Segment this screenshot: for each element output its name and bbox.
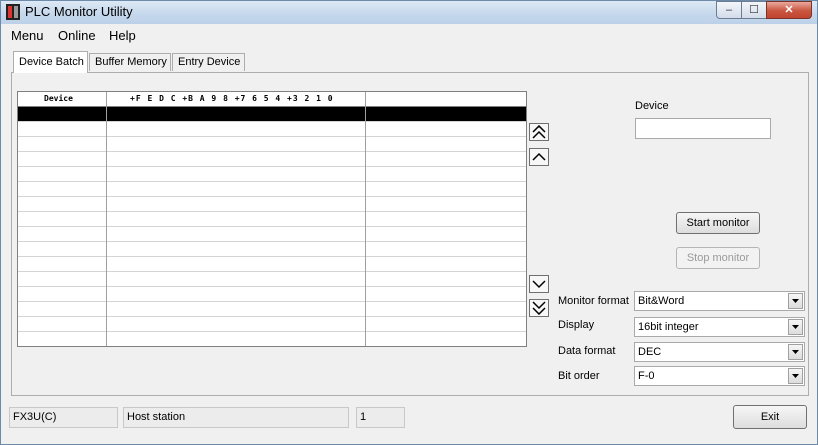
window-title: PLC Monitor Utility <box>25 4 133 19</box>
tab-buffer-memory[interactable]: Buffer Memory <box>89 53 171 71</box>
maximize-button[interactable]: ☐ <box>741 1 767 19</box>
table-row[interactable] <box>18 197 526 212</box>
table-row[interactable] <box>18 137 526 152</box>
monitor-format-select[interactable]: Bit&Word <box>634 291 805 311</box>
grid-divider <box>365 92 366 346</box>
dropdown-button[interactable] <box>788 293 803 309</box>
device-grid[interactable]: Device +F E D C +B A 9 8 +7 6 5 4 +3 2 1… <box>17 91 527 347</box>
display-label: Display <box>558 319 595 331</box>
device-input[interactable] <box>635 118 771 139</box>
grid-header: Device +F E D C +B A 9 8 +7 6 5 4 +3 2 1… <box>18 92 526 107</box>
menu-bar: Menu Online Help <box>2 25 816 45</box>
table-row[interactable] <box>18 317 526 332</box>
table-row[interactable] <box>18 302 526 317</box>
close-icon: ✕ <box>784 4 794 16</box>
scroll-up-button[interactable] <box>529 148 549 166</box>
tab-device-batch[interactable]: Device Batch <box>13 51 88 73</box>
header-device: Device <box>44 94 73 103</box>
chevron-down-icon <box>532 280 546 289</box>
page-up-button[interactable] <box>529 123 549 141</box>
table-row[interactable] <box>18 257 526 272</box>
dropdown-button[interactable] <box>788 344 803 360</box>
dropdown-arrow-icon <box>792 350 799 354</box>
dropdown-arrow-icon <box>792 299 799 303</box>
status-station-number: 1 <box>356 407 405 428</box>
grid-divider <box>106 92 107 346</box>
monitor-format-value: Bit&Word <box>638 295 685 307</box>
table-row[interactable] <box>18 122 526 137</box>
app-icon <box>6 4 20 20</box>
start-monitor-button[interactable]: Start monitor <box>676 212 760 234</box>
data-format-value: DEC <box>638 346 662 358</box>
status-plc-type: FX3U(C) <box>9 407 118 428</box>
stop-monitor-button[interactable]: Stop monitor <box>676 247 760 269</box>
double-chevron-up-icon <box>532 125 546 139</box>
dropdown-arrow-icon <box>792 374 799 378</box>
status-station: Host station <box>123 407 349 428</box>
table-row[interactable] <box>18 167 526 182</box>
close-button[interactable]: ✕ <box>766 1 812 19</box>
title-bar: PLC Monitor Utility – ☐ ✕ <box>1 1 817 24</box>
tab-entry-device[interactable]: Entry Device <box>172 53 245 71</box>
page-down-button[interactable] <box>529 299 549 317</box>
chevron-up-icon <box>532 152 546 161</box>
bit-order-select[interactable]: F-0 <box>634 366 805 386</box>
table-row[interactable] <box>18 227 526 242</box>
data-format-select[interactable]: DEC <box>634 342 805 362</box>
exit-button[interactable]: Exit <box>733 405 807 429</box>
table-row[interactable] <box>18 212 526 227</box>
menu-online[interactable]: Online <box>58 28 96 43</box>
table-row[interactable] <box>18 242 526 257</box>
menu-help[interactable]: Help <box>109 28 136 43</box>
double-chevron-down-icon <box>532 301 546 315</box>
header-bits: +F E D C +B A 9 8 +7 6 5 4 +3 2 1 0 <box>130 94 334 103</box>
table-row[interactable] <box>18 107 526 122</box>
table-row[interactable] <box>18 272 526 287</box>
display-select[interactable]: 16bit integer <box>634 317 805 337</box>
table-row[interactable] <box>18 152 526 167</box>
app-window: PLC Monitor Utility – ☐ ✕ Menu Online He… <box>0 0 818 445</box>
bit-order-label: Bit order <box>558 370 600 382</box>
table-row[interactable] <box>18 287 526 302</box>
dropdown-button[interactable] <box>788 319 803 335</box>
menu-menu[interactable]: Menu <box>11 28 44 43</box>
minimize-icon: – <box>725 4 733 16</box>
bit-order-value: F-0 <box>638 370 655 382</box>
table-row[interactable] <box>18 182 526 197</box>
scroll-down-button[interactable] <box>529 275 549 293</box>
data-format-label: Data format <box>558 345 616 357</box>
minimize-button[interactable]: – <box>716 1 742 19</box>
dropdown-arrow-icon <box>792 325 799 329</box>
display-value: 16bit integer <box>638 321 699 333</box>
device-label: Device <box>635 100 669 112</box>
maximize-icon: ☐ <box>749 4 759 16</box>
monitor-format-label: Monitor format <box>558 295 629 307</box>
dropdown-button[interactable] <box>788 368 803 384</box>
